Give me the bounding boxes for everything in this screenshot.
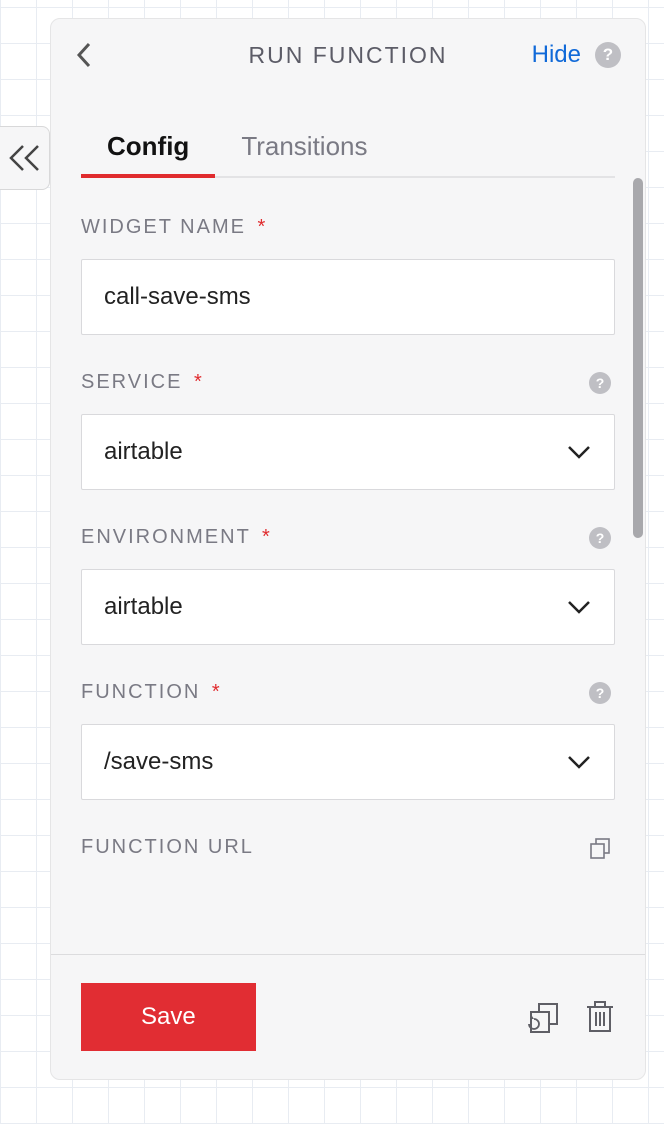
environment-label: ENVIRONMENT * xyxy=(81,526,272,549)
tab-transitions[interactable]: Transitions xyxy=(215,121,393,178)
hide-link[interactable]: Hide xyxy=(532,41,581,69)
field-service: SERVICE * ? airtable xyxy=(81,371,615,490)
service-help-icon[interactable]: ? xyxy=(589,372,611,394)
service-select[interactable]: airtable xyxy=(81,414,615,490)
widget-name-input[interactable]: call-save-sms xyxy=(81,259,615,335)
trash-icon[interactable] xyxy=(585,999,615,1035)
chevron-down-icon xyxy=(566,599,592,615)
environment-select[interactable]: airtable xyxy=(81,569,615,645)
widget-name-value: call-save-sms xyxy=(104,283,251,311)
required-asterisk: * xyxy=(258,216,268,238)
function-select[interactable]: /save-sms xyxy=(81,724,615,800)
config-scroll-area: WIDGET NAME * call-save-sms SERVICE * ? … xyxy=(51,178,645,954)
chevron-down-icon xyxy=(566,754,592,770)
panel-title: RUN FUNCTION xyxy=(248,42,447,69)
save-button[interactable]: Save xyxy=(81,983,256,1051)
panel-footer: Save xyxy=(51,954,645,1079)
service-value: airtable xyxy=(104,438,183,466)
back-button[interactable] xyxy=(75,41,93,69)
widget-config-panel: RUN FUNCTION Hide ? Config Transitions W… xyxy=(50,18,646,1080)
copy-icon[interactable] xyxy=(589,837,611,859)
function-value: /save-sms xyxy=(104,748,213,776)
field-function-url: FUNCTION URL xyxy=(81,836,615,895)
widget-name-label: WIDGET NAME * xyxy=(81,216,267,239)
field-widget-name: WIDGET NAME * call-save-sms xyxy=(81,216,615,335)
environment-value: airtable xyxy=(104,593,183,621)
double-chevron-left-icon xyxy=(8,144,42,172)
help-icon[interactable]: ? xyxy=(595,42,621,68)
environment-help-icon[interactable]: ? xyxy=(589,527,611,549)
required-asterisk: * xyxy=(194,371,204,393)
required-asterisk: * xyxy=(212,681,222,703)
chevron-left-icon xyxy=(75,41,93,69)
footer-actions xyxy=(527,999,615,1035)
duplicate-icon[interactable] xyxy=(527,1000,561,1034)
scrollbar-thumb[interactable] xyxy=(633,178,643,538)
chevron-down-icon xyxy=(566,444,592,460)
function-label: FUNCTION * xyxy=(81,681,222,704)
tab-config[interactable]: Config xyxy=(81,121,215,178)
service-label: SERVICE * xyxy=(81,371,204,394)
tab-bar: Config Transitions xyxy=(81,121,615,178)
panel-header: RUN FUNCTION Hide ? xyxy=(51,19,645,91)
collapse-panel-button[interactable] xyxy=(0,126,50,190)
function-url-input-cutoff[interactable] xyxy=(81,879,615,895)
field-function: FUNCTION * ? /save-sms xyxy=(81,681,615,800)
field-environment: ENVIRONMENT * ? airtable xyxy=(81,526,615,645)
required-asterisk: * xyxy=(262,526,272,548)
function-help-icon[interactable]: ? xyxy=(589,682,611,704)
function-url-label: FUNCTION URL xyxy=(81,836,254,859)
